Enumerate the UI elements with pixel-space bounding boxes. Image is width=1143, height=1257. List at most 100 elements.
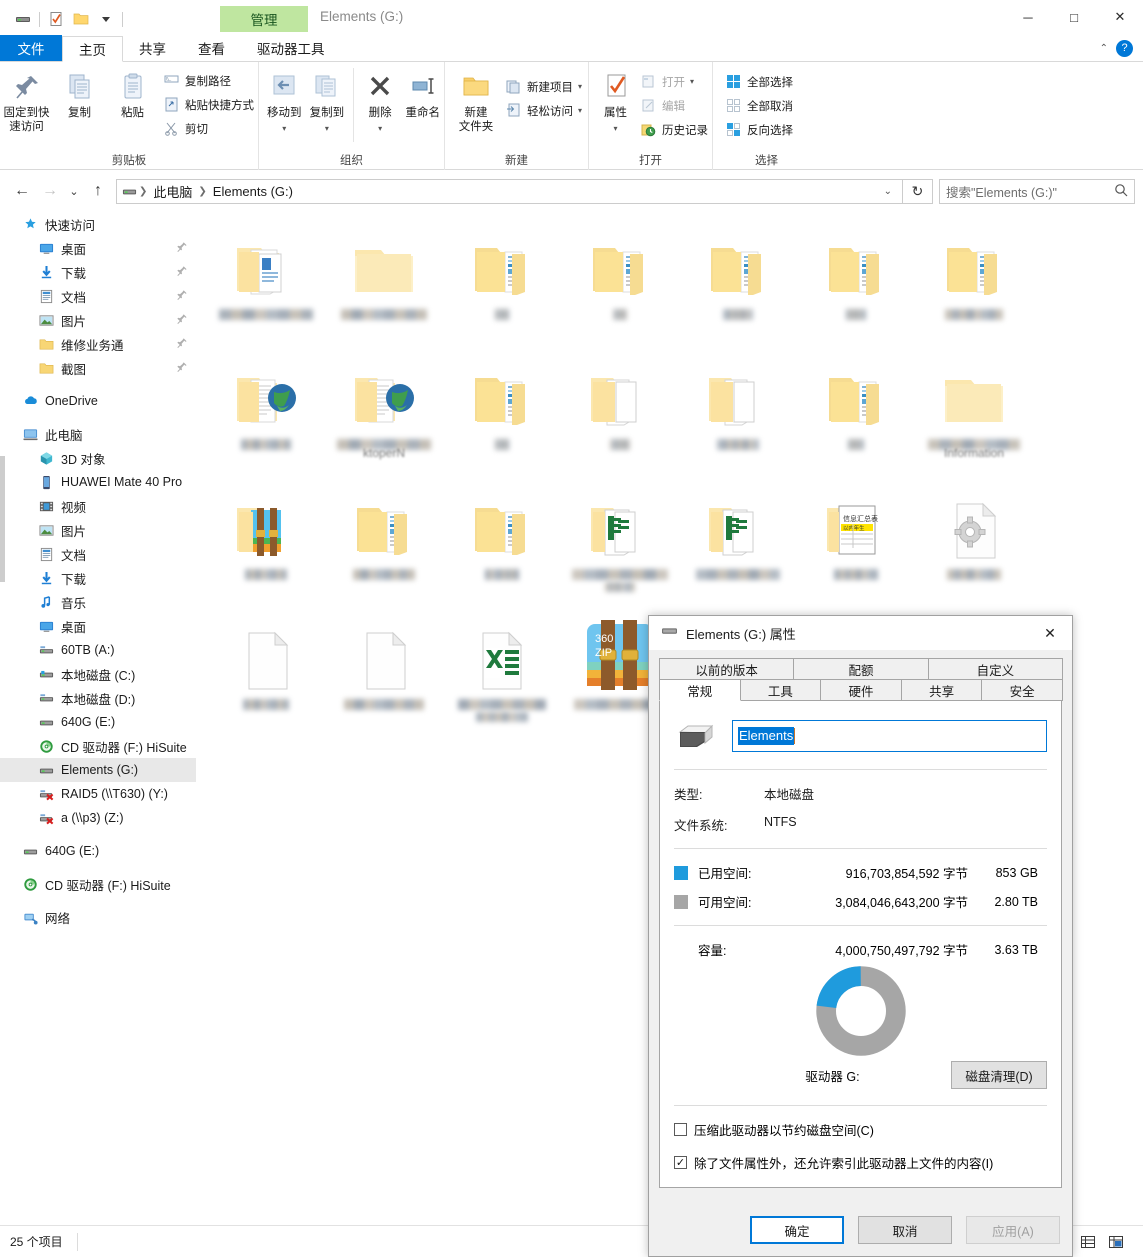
sidebar-item-19[interactable]: 本地磁盘 (D:) <box>0 686 196 710</box>
sidebar-item-18[interactable]: 本地磁盘 (C:) <box>0 662 196 686</box>
sidebar-item-26[interactable]: CD 驱动器 (F:) HiSuite <box>0 872 196 896</box>
sidebar-item-22[interactable]: Elements (G:) <box>0 758 196 782</box>
file-item[interactable] <box>915 480 1033 610</box>
sidebar-item-16[interactable]: 桌面 <box>0 614 196 638</box>
file-item[interactable] <box>679 220 797 350</box>
edit-button[interactable]: 编辑 <box>640 95 708 116</box>
new-item-button[interactable]: 新建项目 ▾ <box>505 76 582 97</box>
details-view-icon[interactable] <box>1077 1232 1099 1252</box>
new-folder-button[interactable]: 新建 文件夹 <box>451 68 501 137</box>
sidebar-item-25[interactable]: 640G (E:) <box>0 839 196 863</box>
tab-general[interactable]: 常规 <box>659 679 741 701</box>
select-all-button[interactable]: 全部选择 <box>725 71 793 92</box>
delete-button[interactable]: 删除 ▾ <box>359 68 402 135</box>
breadcrumb-item-elements[interactable]: Elements (G:) <box>208 184 298 199</box>
pin-icon[interactable] <box>176 289 188 304</box>
file-item[interactable] <box>915 220 1033 350</box>
qat-dropdown-icon[interactable] <box>97 10 115 28</box>
pin-icon[interactable] <box>176 241 188 256</box>
sidebar-item-9[interactable]: 3D 对象 <box>0 446 196 470</box>
copy-button[interactable]: 复制 <box>53 68 106 123</box>
new-item-caret-icon[interactable]: ▾ <box>578 82 582 91</box>
properties-button[interactable]: 属性 ▾ <box>595 68 636 135</box>
file-item[interactable] <box>207 220 325 350</box>
index-checkbox[interactable]: ✓ <box>674 1156 687 1169</box>
move-to-button[interactable]: 移动到 ▾ <box>263 68 306 135</box>
paste-shortcut-button[interactable]: 粘贴快捷方式 <box>163 94 254 115</box>
tab-security[interactable]: 安全 <box>981 679 1063 701</box>
copy-path-button[interactable]: \\.. 复制路径 <box>163 70 254 91</box>
delete-caret-icon[interactable]: ▾ <box>378 124 382 134</box>
sidebar-item-3[interactable]: 文档 <box>0 284 196 308</box>
chevron-down-icon[interactable]: ⌄ <box>884 186 898 197</box>
sidebar-item-15[interactable]: 音乐 <box>0 590 196 614</box>
tab-view[interactable]: 查看 <box>182 35 241 61</box>
file-item[interactable]: 信息汇总表以内年生 <box>797 480 915 610</box>
close-button[interactable]: ✕ <box>1097 0 1143 34</box>
move-to-caret-icon[interactable]: ▾ <box>282 124 286 134</box>
file-item[interactable] <box>207 610 325 740</box>
recent-locations-button[interactable]: ⌄ <box>64 177 84 205</box>
sidebar-item-2[interactable]: 下载 <box>0 260 196 284</box>
tab-drive-tools[interactable]: 驱动器工具 <box>241 35 341 61</box>
sidebar-item-27[interactable]: 网络 <box>0 905 196 929</box>
refresh-button[interactable]: ↻ <box>903 179 933 204</box>
tab-customize[interactable]: 自定义 <box>928 658 1063 680</box>
file-item[interactable] <box>561 480 679 610</box>
file-item[interactable]: ktoperN <box>325 350 443 480</box>
sidebar-item-20[interactable]: 640G (E:) <box>0 710 196 734</box>
tab-previous-versions[interactable]: 以前的版本 <box>659 658 794 680</box>
sidebar-item-1[interactable]: 桌面 <box>0 236 196 260</box>
drive-properties-dialog[interactable]: Elements (G:) 属性 ✕ 以前的版本 配额 自定义 常规 工具 硬件… <box>648 615 1073 1257</box>
file-item[interactable] <box>797 220 915 350</box>
easy-access-button[interactable]: 轻松访问 ▾ <box>505 100 582 121</box>
file-item[interactable] <box>561 350 679 480</box>
properties-check-icon[interactable] <box>47 10 65 28</box>
collapse-ribbon-icon[interactable]: ⌃ <box>1100 43 1108 54</box>
sidebar-item-4[interactable]: 图片 <box>0 308 196 332</box>
tab-home[interactable]: 主页 <box>62 36 123 62</box>
file-item[interactable] <box>561 220 679 350</box>
file-item[interactable] <box>443 480 561 610</box>
up-button[interactable]: ↑ <box>84 177 112 205</box>
sidebar-item-11[interactable]: 视频 <box>0 494 196 518</box>
sidebar-item-17[interactable]: 60TB (A:) <box>0 638 196 662</box>
cancel-button[interactable]: 取消 <box>858 1216 952 1244</box>
disk-cleanup-button[interactable]: 磁盘清理(D) <box>951 1061 1047 1089</box>
sidebar-item-14[interactable]: 下载 <box>0 566 196 590</box>
tab-file[interactable]: 文件 <box>0 35 62 61</box>
copy-to-caret-icon[interactable]: ▾ <box>325 124 329 134</box>
sidebar-item-8[interactable]: 此电脑 <box>0 422 196 446</box>
maximize-button[interactable]: □ <box>1051 0 1097 34</box>
tab-share[interactable]: 共享 <box>123 35 182 61</box>
breadcrumb-item-this-pc[interactable]: 此电脑 <box>148 182 197 201</box>
large-icons-view-icon[interactable] <box>1105 1232 1127 1252</box>
copy-to-button[interactable]: 复制到 ▾ <box>306 68 349 135</box>
sidebar-item-13[interactable]: 文档 <box>0 542 196 566</box>
tab-hardware[interactable]: 硬件 <box>820 679 902 701</box>
sidebar-item-7[interactable]: OneDrive <box>0 389 196 413</box>
file-item[interactable] <box>679 350 797 480</box>
easy-access-caret-icon[interactable]: ▾ <box>578 106 582 115</box>
file-item[interactable]: Information <box>915 350 1033 480</box>
rename-button[interactable]: 重命名 <box>401 68 444 123</box>
tab-tools[interactable]: 工具 <box>740 679 822 701</box>
breadcrumb[interactable]: ❯ 此电脑 ❯ Elements (G:) ⌄ <box>116 179 903 204</box>
search-icon[interactable] <box>1114 183 1128 200</box>
properties-caret-icon[interactable]: ▾ <box>613 124 617 134</box>
sidebar-item-24[interactable]: a (\\p3) (Z:) <box>0 806 196 830</box>
file-item[interactable] <box>207 350 325 480</box>
file-item[interactable] <box>325 220 443 350</box>
file-item[interactable] <box>443 220 561 350</box>
sidebar-item-0[interactable]: 快速访问 <box>0 212 196 236</box>
navigation-pane[interactable]: 快速访问桌面下载文档图片维修业务通截图OneDrive此电脑3D 对象HUAWE… <box>0 212 196 1215</box>
file-item[interactable] <box>797 350 915 480</box>
sidebar-item-21[interactable]: CD 驱动器 (F:) HiSuite <box>0 734 196 758</box>
sidebar-item-10[interactable]: HUAWEI Mate 40 Pro <box>0 470 196 494</box>
contextual-tab-manage[interactable]: 管理 <box>220 6 308 32</box>
cut-button[interactable]: 剪切 <box>163 118 254 139</box>
pin-to-quick-access-button[interactable]: 固定到快 速访问 <box>0 68 53 137</box>
ok-button[interactable]: 确定 <box>750 1216 844 1244</box>
sidebar-item-12[interactable]: 图片 <box>0 518 196 542</box>
file-item[interactable] <box>443 350 561 480</box>
